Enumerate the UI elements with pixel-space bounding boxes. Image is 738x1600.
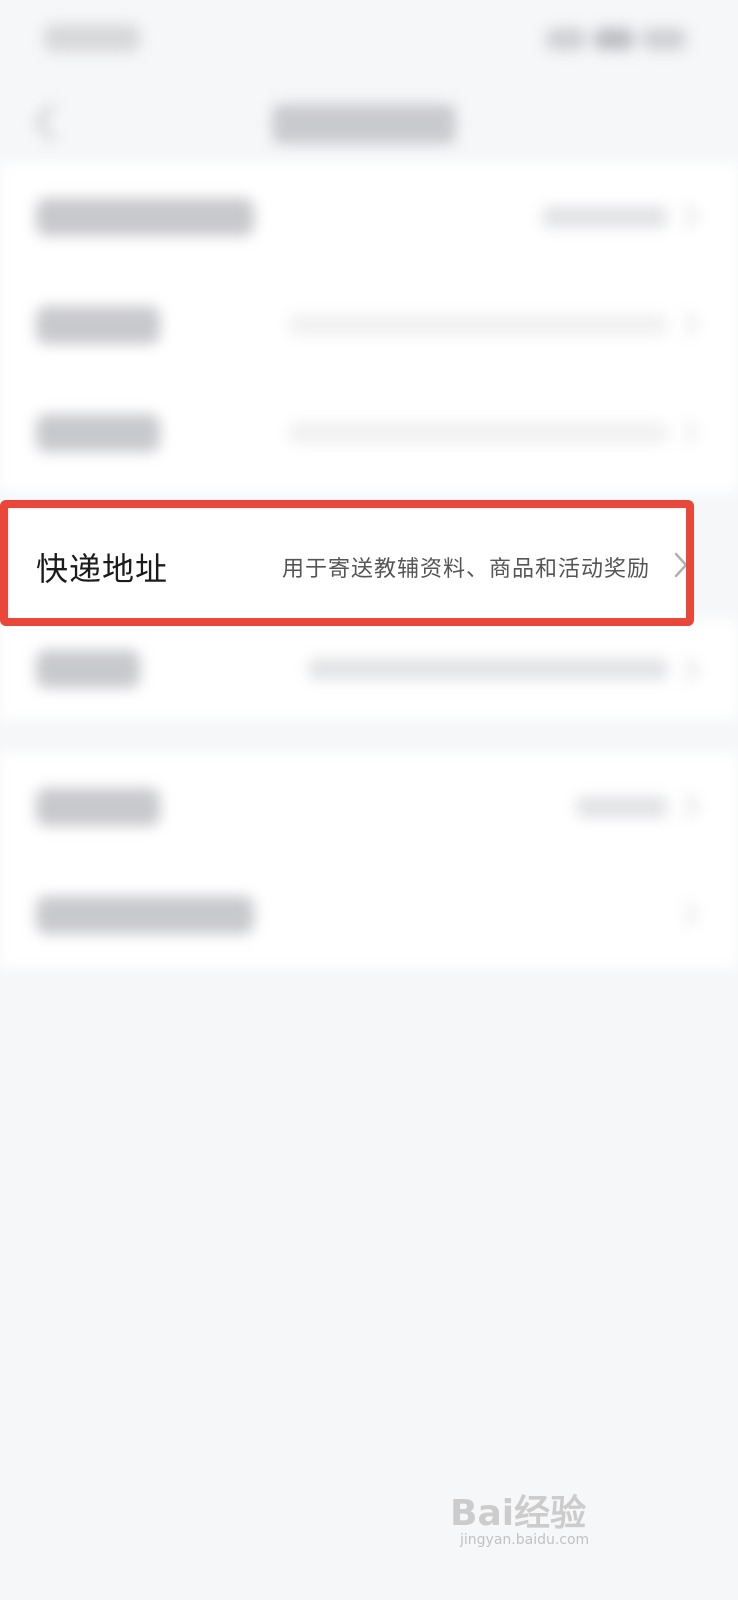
- settings-group-1: [0, 162, 738, 492]
- settings-row[interactable]: [0, 752, 738, 860]
- settings-row[interactable]: [0, 860, 738, 968]
- nav-bar: [0, 80, 738, 160]
- settings-row[interactable]: [0, 378, 738, 486]
- status-icons: [546, 28, 686, 50]
- status-time: [44, 24, 140, 52]
- settings-row[interactable]: [0, 620, 738, 720]
- settings-row[interactable]: [0, 270, 738, 378]
- settings-group-2: [0, 620, 738, 720]
- highlight-frame: [0, 500, 694, 626]
- settings-group-3: [0, 752, 738, 968]
- status-bar: [0, 0, 738, 80]
- watermark-url: jingyan.baidu.com: [460, 1532, 590, 1548]
- page-title: [272, 104, 456, 144]
- baidu-jingyan-watermark: Bai经验 jingyan.baidu.com: [450, 1462, 690, 1552]
- screen: 快递地址 用于寄送教辅资料、商品和活动奖励 Bai经验 jingyan.baid…: [0, 0, 738, 1600]
- settings-row[interactable]: [0, 162, 738, 270]
- back-arrow-icon[interactable]: [30, 102, 60, 142]
- watermark-brand: Bai经验: [450, 1493, 587, 1534]
